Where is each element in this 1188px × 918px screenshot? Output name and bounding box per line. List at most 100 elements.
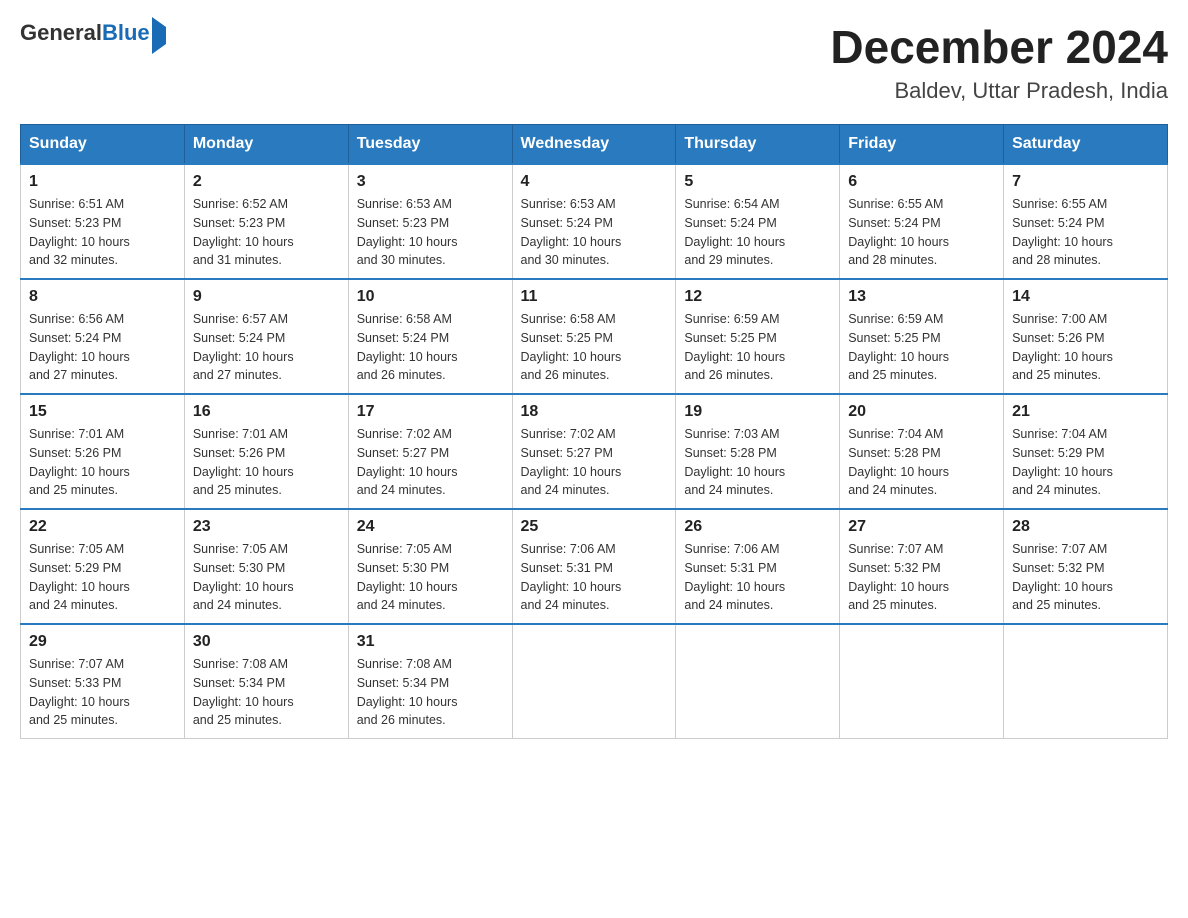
weekday-header-row: SundayMondayTuesdayWednesdayThursdayFrid… [21,125,1168,165]
calendar-table: SundayMondayTuesdayWednesdayThursdayFrid… [20,124,1168,739]
calendar-cell [676,624,840,739]
day-info: Sunrise: 6:55 AM Sunset: 5:24 PM Dayligh… [848,195,995,270]
day-info: Sunrise: 7:03 AM Sunset: 5:28 PM Dayligh… [684,425,831,500]
day-number: 4 [521,173,668,191]
day-number: 13 [848,288,995,306]
day-info: Sunrise: 6:51 AM Sunset: 5:23 PM Dayligh… [29,195,176,270]
calendar-title: December 2024 [830,20,1168,74]
weekday-header-thursday: Thursday [676,125,840,165]
calendar-cell: 14 Sunrise: 7:00 AM Sunset: 5:26 PM Dayl… [1004,279,1168,394]
day-info: Sunrise: 7:07 AM Sunset: 5:32 PM Dayligh… [1012,540,1159,615]
calendar-cell: 15 Sunrise: 7:01 AM Sunset: 5:26 PM Dayl… [21,394,185,509]
day-number: 2 [193,173,340,191]
calendar-cell [512,624,676,739]
day-number: 28 [1012,518,1159,536]
day-number: 24 [357,518,504,536]
calendar-cell: 9 Sunrise: 6:57 AM Sunset: 5:24 PM Dayli… [184,279,348,394]
day-info: Sunrise: 7:08 AM Sunset: 5:34 PM Dayligh… [357,655,504,730]
day-info: Sunrise: 7:06 AM Sunset: 5:31 PM Dayligh… [521,540,668,615]
calendar-cell: 11 Sunrise: 6:58 AM Sunset: 5:25 PM Dayl… [512,279,676,394]
day-number: 7 [1012,173,1159,191]
calendar-cell: 4 Sunrise: 6:53 AM Sunset: 5:24 PM Dayli… [512,164,676,279]
logo: GeneralBlue [20,20,166,46]
day-info: Sunrise: 7:04 AM Sunset: 5:28 PM Dayligh… [848,425,995,500]
day-number: 25 [521,518,668,536]
day-info: Sunrise: 7:00 AM Sunset: 5:26 PM Dayligh… [1012,310,1159,385]
day-number: 6 [848,173,995,191]
day-number: 29 [29,633,176,651]
page-header: GeneralBlue December 2024 Baldev, Uttar … [20,20,1168,104]
day-number: 31 [357,633,504,651]
calendar-cell: 26 Sunrise: 7:06 AM Sunset: 5:31 PM Dayl… [676,509,840,624]
day-info: Sunrise: 7:05 AM Sunset: 5:29 PM Dayligh… [29,540,176,615]
day-number: 16 [193,403,340,421]
calendar-cell: 5 Sunrise: 6:54 AM Sunset: 5:24 PM Dayli… [676,164,840,279]
day-info: Sunrise: 7:08 AM Sunset: 5:34 PM Dayligh… [193,655,340,730]
day-number: 10 [357,288,504,306]
day-number: 20 [848,403,995,421]
calendar-cell: 1 Sunrise: 6:51 AM Sunset: 5:23 PM Dayli… [21,164,185,279]
calendar-cell: 18 Sunrise: 7:02 AM Sunset: 5:27 PM Dayl… [512,394,676,509]
calendar-cell: 29 Sunrise: 7:07 AM Sunset: 5:33 PM Dayl… [21,624,185,739]
calendar-cell: 17 Sunrise: 7:02 AM Sunset: 5:27 PM Dayl… [348,394,512,509]
day-info: Sunrise: 6:59 AM Sunset: 5:25 PM Dayligh… [684,310,831,385]
day-number: 21 [1012,403,1159,421]
weekday-header-sunday: Sunday [21,125,185,165]
day-number: 30 [193,633,340,651]
calendar-cell: 8 Sunrise: 6:56 AM Sunset: 5:24 PM Dayli… [21,279,185,394]
calendar-cell: 20 Sunrise: 7:04 AM Sunset: 5:28 PM Dayl… [840,394,1004,509]
calendar-cell: 24 Sunrise: 7:05 AM Sunset: 5:30 PM Dayl… [348,509,512,624]
logo-general: General [20,20,102,45]
day-info: Sunrise: 7:01 AM Sunset: 5:26 PM Dayligh… [29,425,176,500]
day-info: Sunrise: 6:57 AM Sunset: 5:24 PM Dayligh… [193,310,340,385]
day-number: 9 [193,288,340,306]
calendar-subtitle: Baldev, Uttar Pradesh, India [830,78,1168,104]
day-info: Sunrise: 6:58 AM Sunset: 5:24 PM Dayligh… [357,310,504,385]
calendar-cell [1004,624,1168,739]
day-number: 22 [29,518,176,536]
calendar-cell: 23 Sunrise: 7:05 AM Sunset: 5:30 PM Dayl… [184,509,348,624]
weekday-header-saturday: Saturday [1004,125,1168,165]
day-info: Sunrise: 7:05 AM Sunset: 5:30 PM Dayligh… [357,540,504,615]
weekday-header-wednesday: Wednesday [512,125,676,165]
day-info: Sunrise: 6:54 AM Sunset: 5:24 PM Dayligh… [684,195,831,270]
day-info: Sunrise: 6:53 AM Sunset: 5:23 PM Dayligh… [357,195,504,270]
day-number: 27 [848,518,995,536]
day-info: Sunrise: 7:06 AM Sunset: 5:31 PM Dayligh… [684,540,831,615]
day-info: Sunrise: 7:07 AM Sunset: 5:32 PM Dayligh… [848,540,995,615]
day-info: Sunrise: 6:55 AM Sunset: 5:24 PM Dayligh… [1012,195,1159,270]
calendar-week-row: 22 Sunrise: 7:05 AM Sunset: 5:29 PM Dayl… [21,509,1168,624]
calendar-cell: 31 Sunrise: 7:08 AM Sunset: 5:34 PM Dayl… [348,624,512,739]
day-info: Sunrise: 7:07 AM Sunset: 5:33 PM Dayligh… [29,655,176,730]
weekday-header-monday: Monday [184,125,348,165]
calendar-cell: 6 Sunrise: 6:55 AM Sunset: 5:24 PM Dayli… [840,164,1004,279]
day-info: Sunrise: 7:02 AM Sunset: 5:27 PM Dayligh… [357,425,504,500]
day-number: 23 [193,518,340,536]
day-info: Sunrise: 6:52 AM Sunset: 5:23 PM Dayligh… [193,195,340,270]
day-number: 1 [29,173,176,191]
day-number: 14 [1012,288,1159,306]
calendar-cell: 16 Sunrise: 7:01 AM Sunset: 5:26 PM Dayl… [184,394,348,509]
calendar-week-row: 8 Sunrise: 6:56 AM Sunset: 5:24 PM Dayli… [21,279,1168,394]
calendar-cell: 10 Sunrise: 6:58 AM Sunset: 5:24 PM Dayl… [348,279,512,394]
logo-blue: Blue [102,20,150,45]
day-info: Sunrise: 6:56 AM Sunset: 5:24 PM Dayligh… [29,310,176,385]
day-info: Sunrise: 7:04 AM Sunset: 5:29 PM Dayligh… [1012,425,1159,500]
day-number: 5 [684,173,831,191]
title-area: December 2024 Baldev, Uttar Pradesh, Ind… [830,20,1168,104]
calendar-cell: 3 Sunrise: 6:53 AM Sunset: 5:23 PM Dayli… [348,164,512,279]
day-number: 12 [684,288,831,306]
weekday-header-tuesday: Tuesday [348,125,512,165]
calendar-week-row: 29 Sunrise: 7:07 AM Sunset: 5:33 PM Dayl… [21,624,1168,739]
day-number: 8 [29,288,176,306]
day-number: 11 [521,288,668,306]
day-number: 19 [684,403,831,421]
calendar-cell: 27 Sunrise: 7:07 AM Sunset: 5:32 PM Dayl… [840,509,1004,624]
day-info: Sunrise: 6:58 AM Sunset: 5:25 PM Dayligh… [521,310,668,385]
calendar-cell: 21 Sunrise: 7:04 AM Sunset: 5:29 PM Dayl… [1004,394,1168,509]
calendar-cell: 13 Sunrise: 6:59 AM Sunset: 5:25 PM Dayl… [840,279,1004,394]
day-number: 17 [357,403,504,421]
day-number: 26 [684,518,831,536]
day-info: Sunrise: 6:53 AM Sunset: 5:24 PM Dayligh… [521,195,668,270]
day-info: Sunrise: 7:02 AM Sunset: 5:27 PM Dayligh… [521,425,668,500]
